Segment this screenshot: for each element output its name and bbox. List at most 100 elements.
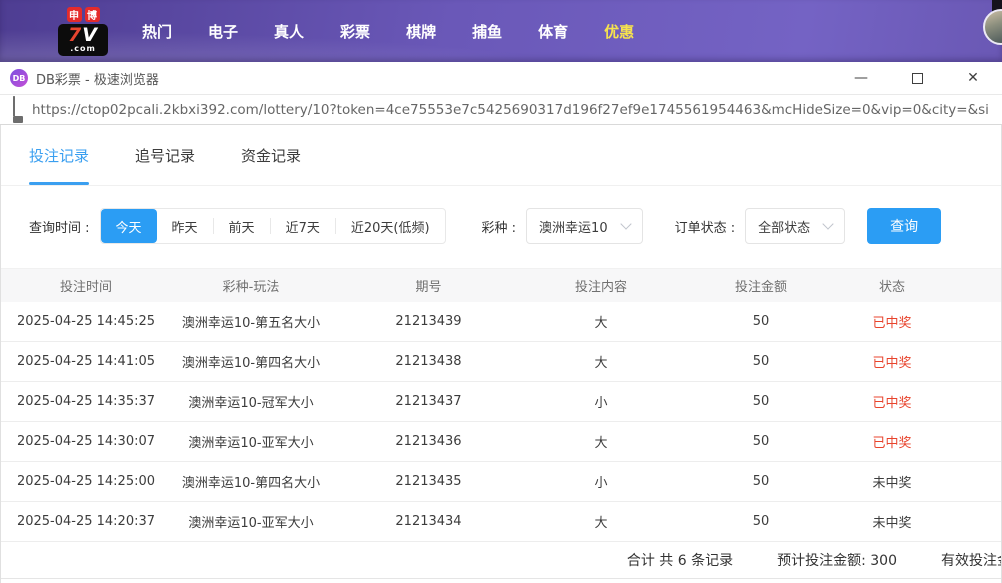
- order-status-select[interactable]: 全部状态: [745, 208, 845, 244]
- browser-url-bar[interactable]: https://ctop02pcali.2kbxi392.com/lottery…: [0, 95, 1002, 125]
- page-content: 投注记录 追号记录 资金记录 查询时间 : 今天 昨天 前天 近7天 近20天(…: [0, 125, 1002, 583]
- order-status-value: 全部状态: [758, 217, 810, 236]
- nav-item-slots[interactable]: 电子: [208, 21, 238, 42]
- logo-badges: 申 博: [67, 7, 100, 22]
- col-bet-content: 投注内容: [526, 276, 676, 295]
- promo-nav-bar: 申 博 7V .com 热门 电子 真人 彩票 棋牌 捕鱼 体育 优惠: [0, 0, 1002, 62]
- cell-bet-content: 大: [526, 312, 676, 331]
- logo-domain: .com: [63, 45, 103, 53]
- lottery-type-label: 彩种 :: [482, 217, 517, 236]
- window-controls: — ✕: [848, 67, 992, 89]
- cell-bet-content: 大: [526, 512, 676, 531]
- cell-bet-amount: 50: [676, 434, 846, 449]
- nav-item-chess[interactable]: 棋牌: [406, 21, 436, 42]
- nav-item-live[interactable]: 真人: [274, 21, 304, 42]
- table-row: 2025-04-25 14:20:37澳洲幸运10-亚军大小21213434大5…: [1, 502, 1001, 542]
- cell-bet-amount: 50: [676, 474, 846, 489]
- lottery-type-value: 澳洲幸运10: [539, 217, 608, 236]
- cell-game-play: 澳洲幸运10-亚军大小: [171, 432, 331, 451]
- cell-bet-content: 小: [526, 392, 676, 411]
- time-option-7days[interactable]: 近7天: [271, 209, 335, 243]
- total-records: 合计 共 6 条记录: [627, 550, 733, 570]
- cell-issue: 21213436: [331, 434, 526, 449]
- cell-bet-time: 2025-04-25 14:30:07: [1, 434, 171, 449]
- col-game-play: 彩种-玩法: [171, 276, 331, 295]
- browser-title-bar: DB DB彩票 - 极速浏览器 — ✕: [0, 62, 1002, 95]
- logo-badge-bo: 博: [85, 7, 100, 22]
- nav-item-lottery[interactable]: 彩票: [340, 21, 370, 42]
- cell-game-play: 澳洲幸运10-亚军大小: [171, 512, 331, 531]
- cell-issue: 21213439: [331, 314, 526, 329]
- order-status-label: 订单状态 :: [675, 217, 736, 236]
- query-time-label: 查询时间 :: [29, 217, 90, 236]
- maximize-icon[interactable]: [904, 67, 930, 89]
- floating-widget-icon[interactable]: [983, 9, 1002, 45]
- cell-status: 已中奖: [846, 312, 1002, 331]
- table-row: 2025-04-25 14:30:07澳洲幸运10-亚军大小21213436大5…: [1, 422, 1001, 462]
- window-title: DB彩票 - 极速浏览器: [36, 69, 159, 88]
- cell-bet-amount: 50: [676, 394, 846, 409]
- cell-bet-time: 2025-04-25 14:35:37: [1, 394, 171, 409]
- nav-item-promotions[interactable]: 优惠: [604, 21, 634, 42]
- nav-item-hot[interactable]: 热门: [142, 21, 172, 42]
- cell-game-play: 澳洲幸运10-冠军大小: [171, 392, 331, 411]
- favicon-icon: DB: [10, 69, 28, 87]
- cell-issue: 21213437: [331, 394, 526, 409]
- close-icon[interactable]: ✕: [960, 67, 986, 89]
- cell-bet-time: 2025-04-25 14:20:37: [1, 514, 171, 529]
- chevron-down-icon: [620, 218, 631, 229]
- site-logo[interactable]: 申 博 7V .com: [58, 7, 108, 56]
- col-bet-amount: 投注金额: [676, 276, 846, 295]
- logo-brand: 7V: [63, 26, 103, 45]
- time-option-yesterday[interactable]: 昨天: [157, 209, 213, 243]
- cell-bet-content: 小: [526, 472, 676, 491]
- chevron-down-icon: [822, 218, 833, 229]
- valid-bet-amount: 有效投注金: [941, 550, 1001, 570]
- cell-status: 已中奖: [846, 432, 1002, 451]
- tab-chase-records[interactable]: 追号记录: [135, 125, 195, 185]
- filter-bar: 查询时间 : 今天 昨天 前天 近7天 近20天(低频) 彩种 : 澳洲幸运10…: [1, 186, 1001, 268]
- cell-status: 已中奖: [846, 352, 1002, 371]
- time-option-day-before[interactable]: 前天: [214, 209, 270, 243]
- cell-status: 已中奖: [846, 392, 1002, 411]
- tab-fund-records[interactable]: 资金记录: [241, 125, 301, 185]
- cell-bet-amount: 50: [676, 514, 846, 529]
- record-tabs: 投注记录 追号记录 资金记录: [1, 125, 1001, 186]
- nav-item-fishing[interactable]: 捕鱼: [472, 21, 502, 42]
- nav-item-sports[interactable]: 体育: [538, 21, 568, 42]
- cell-game-play: 澳洲幸运10-第五名大小: [171, 312, 331, 331]
- cell-bet-content: 大: [526, 352, 676, 371]
- cell-status: 未中奖: [846, 472, 1002, 491]
- table-row: 2025-04-25 14:25:00澳洲幸运10-第四名大小21213435小…: [1, 462, 1001, 502]
- table-row: 2025-04-25 14:41:05澳洲幸运10-第四名大小21213438大…: [1, 342, 1001, 382]
- minimize-icon[interactable]: —: [848, 67, 874, 89]
- time-option-20days[interactable]: 近20天(低频): [336, 209, 445, 243]
- cell-issue: 21213435: [331, 474, 526, 489]
- time-option-today[interactable]: 今天: [101, 209, 157, 243]
- cell-bet-content: 大: [526, 432, 676, 451]
- expected-bet-amount: 预计投注金额: 300: [777, 550, 897, 570]
- search-button[interactable]: 查询: [867, 208, 941, 244]
- promo-nav-items: 热门 电子 真人 彩票 棋牌 捕鱼 体育 优惠: [142, 21, 634, 42]
- table-row: 2025-04-25 14:35:37澳洲幸运10-冠军大小21213437小5…: [1, 382, 1001, 422]
- cell-bet-time: 2025-04-25 14:45:25: [1, 314, 171, 329]
- cell-bet-time: 2025-04-25 14:25:00: [1, 474, 171, 489]
- cell-game-play: 澳洲幸运10-第四名大小: [171, 352, 331, 371]
- table-row: 2025-04-25 14:45:25澳洲幸运10-第五名大小21213439大…: [1, 302, 1001, 342]
- tab-bet-records[interactable]: 投注记录: [29, 125, 89, 185]
- table-footer: 合计 共 6 条记录 预计投注金额: 300 有效投注金: [1, 542, 1001, 579]
- cell-status: 未中奖: [846, 512, 1002, 531]
- cell-issue: 21213434: [331, 514, 526, 529]
- logo-block: 7V .com: [58, 24, 108, 56]
- table-header: 投注时间 彩种-玩法 期号 投注内容 投注金额 状态: [1, 268, 1001, 302]
- col-bet-time: 投注时间: [1, 276, 171, 295]
- col-issue: 期号: [331, 276, 526, 295]
- logo-badge-shen: 申: [67, 7, 82, 22]
- cell-bet-amount: 50: [676, 354, 846, 369]
- maximize-glyph: [912, 73, 923, 84]
- lottery-type-select[interactable]: 澳洲幸运10: [526, 208, 643, 244]
- cell-issue: 21213438: [331, 354, 526, 369]
- col-status: 状态: [846, 276, 1002, 295]
- url-text[interactable]: https://ctop02pcali.2kbxi392.com/lottery…: [32, 102, 989, 118]
- lock-icon: [13, 97, 23, 123]
